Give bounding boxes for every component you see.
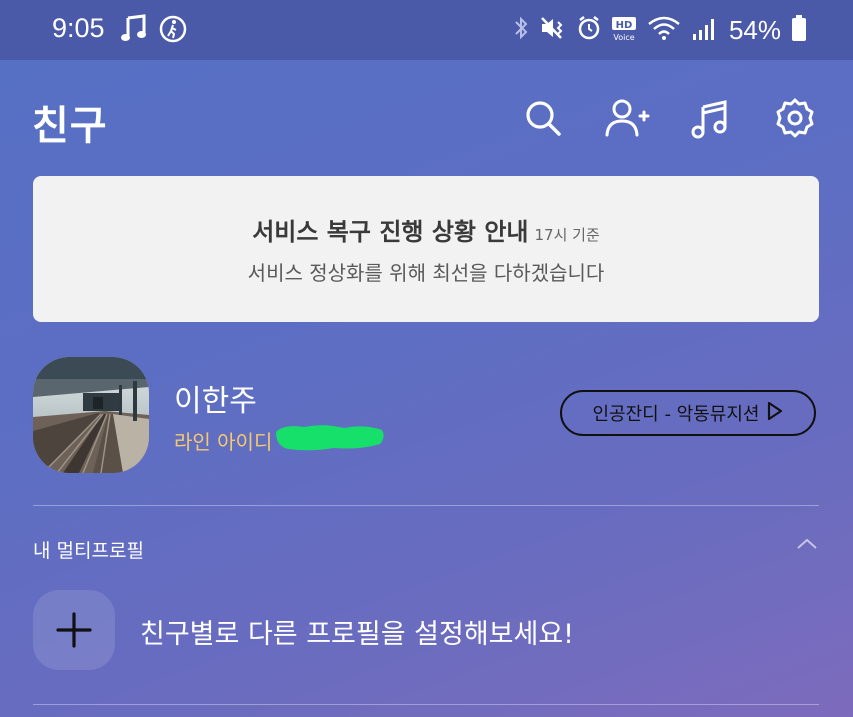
status-left-icons [120, 14, 188, 48]
notice-message: 서비스 정상화를 위해 최선을 다하겠습니다 [247, 261, 605, 285]
alarm-icon [577, 14, 601, 46]
settings-icon[interactable] [772, 95, 818, 141]
profile-name: 이한주 [174, 384, 257, 419]
search-icon[interactable] [520, 95, 566, 141]
profile-avatar[interactable] [33, 357, 149, 473]
status-time: 9:05 [52, 13, 105, 43]
bluetooth-icon [513, 14, 529, 46]
line-id-label: 라인 아이디 [174, 430, 273, 454]
battery-percent: 54% [728, 14, 781, 45]
add-friend-icon[interactable] [604, 95, 650, 141]
status-right-icons: HD Voice 54% [513, 14, 807, 46]
plus-icon [56, 612, 92, 648]
notice-title-row: 서비스 복구 진행 상황 안내 17시 기준 [252, 212, 600, 247]
service-notice-banner[interactable]: 서비스 복구 진행 상황 안내 17시 기준 서비스 정상화를 위해 최선을 다하… [33, 176, 819, 322]
play-icon [767, 401, 783, 426]
multi-profile-section-label: 내 멀티프로필 [33, 540, 144, 562]
divider [33, 505, 819, 506]
walking-icon [158, 14, 188, 48]
header-toolbar [520, 95, 820, 141]
page-title: 친구 [32, 103, 108, 149]
signal-icon [691, 14, 719, 46]
music-note-icon [120, 14, 148, 48]
wifi-icon [647, 14, 681, 46]
hd-voice-icon: HD Voice [611, 14, 637, 46]
battery-icon [791, 14, 807, 46]
multi-profile-add-text[interactable]: 친구별로 다른 프로필을 설정해보세요! [140, 612, 574, 651]
add-multi-profile-button[interactable] [33, 590, 115, 670]
redaction-mark [274, 422, 386, 452]
svg-text:HD: HD [616, 20, 633, 31]
notice-subtitle: 17시 기준 [534, 226, 600, 244]
profile-music-button[interactable]: 인공잔디 - 악동뮤지션 [560, 390, 816, 436]
mute-vibrate-icon [539, 14, 567, 46]
svg-text:Voice: Voice [613, 33, 634, 42]
notice-title: 서비스 복구 진행 상황 안내 [252, 218, 529, 246]
profile-music-title: 인공잔디 - 악동뮤지션 [592, 404, 760, 425]
chevron-up-icon[interactable] [796, 536, 818, 556]
music-icon[interactable] [688, 95, 734, 141]
status-bar: 9:05 HD Voice 54% [0, 0, 853, 60]
divider [33, 704, 819, 705]
